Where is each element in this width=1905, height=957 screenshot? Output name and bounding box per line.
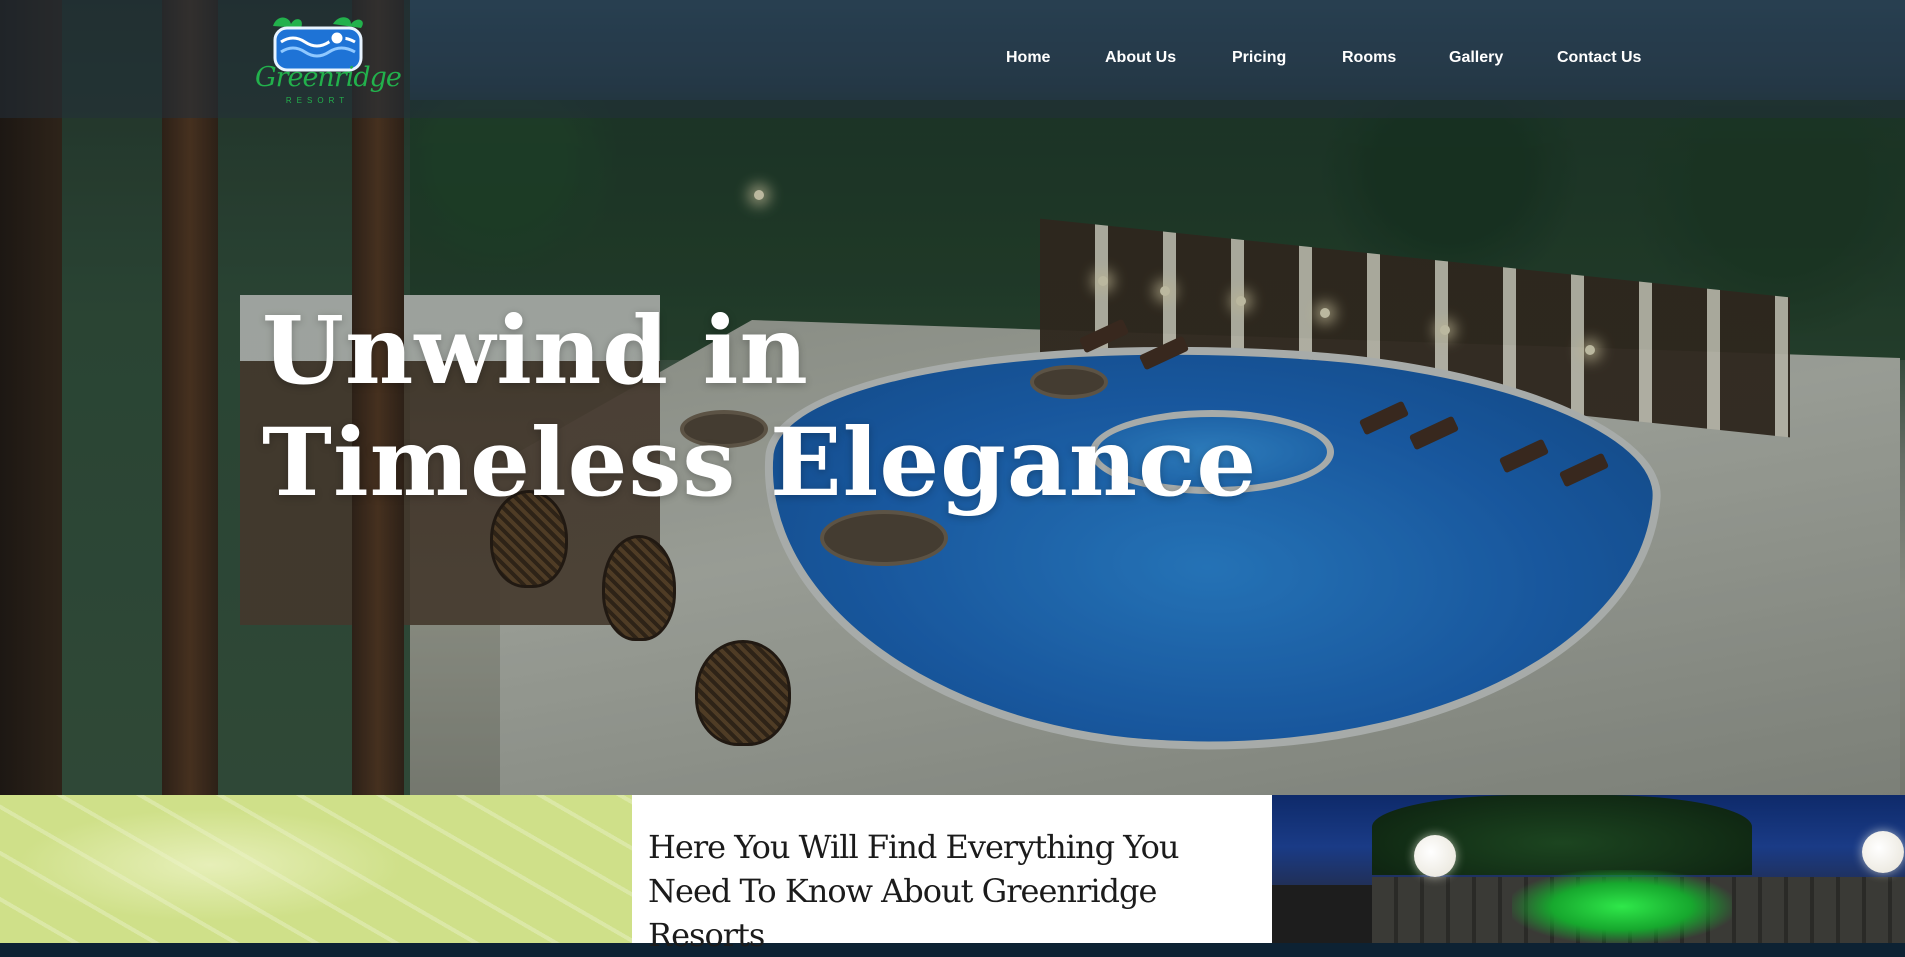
nav-contact-us[interactable]: Contact Us <box>1557 49 1641 67</box>
nav-gallery[interactable]: Gallery <box>1449 49 1503 67</box>
green-light-glow <box>1512 870 1732 943</box>
hero-headline: Unwind in Timeless Elegance <box>262 295 1257 519</box>
nav-about-us[interactable]: About Us <box>1105 49 1176 67</box>
resort-night-image <box>1272 795 1905 943</box>
logo-tagline: RESORT <box>285 96 350 105</box>
globe-lamp <box>1862 831 1904 873</box>
intro-panel: Here You Will Find Everything You Need T… <box>632 795 1272 954</box>
palm-leaf-panel <box>0 795 632 943</box>
site-header: Greenridge RESORT Home About Us Pricing … <box>0 0 1905 118</box>
intro-heading: Here You Will Find Everything You Need T… <box>648 828 1179 954</box>
logo-wordmark: Greenridge <box>255 62 402 93</box>
hero-headline-line1: Unwind in <box>262 296 809 406</box>
nav-pricing[interactable]: Pricing <box>1232 49 1286 67</box>
globe-lamp <box>1414 835 1456 877</box>
night-building <box>1272 885 1372 943</box>
nav-rooms[interactable]: Rooms <box>1342 49 1396 67</box>
greenridge-logo[interactable]: Greenridge RESORT <box>255 12 402 110</box>
hero-headline-line2: Timeless Elegance <box>262 408 1258 518</box>
nav-home[interactable]: Home <box>1006 49 1050 67</box>
